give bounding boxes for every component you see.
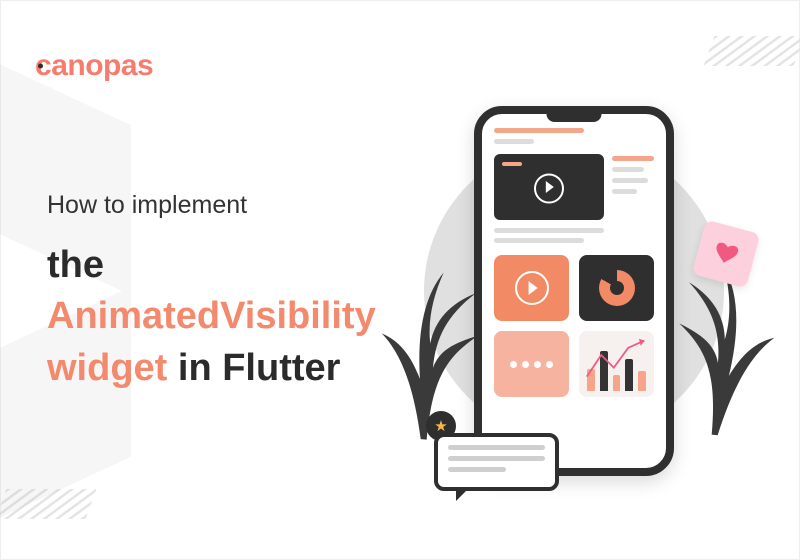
placeholder-bar — [494, 238, 584, 243]
video-thumbnail — [494, 154, 604, 220]
play-icon — [546, 181, 554, 193]
phone-mockup — [474, 106, 674, 476]
title-part-plain-2: in Flutter — [167, 347, 340, 389]
screen-tile-grid — [494, 255, 654, 397]
chat-bubble — [434, 433, 559, 491]
tile-play — [494, 255, 569, 321]
headline-title: the AnimatedVisibility widget in Flutter — [47, 240, 427, 394]
placeholder-lines — [494, 228, 654, 243]
phone-notch — [547, 114, 602, 122]
placeholder-bar — [612, 189, 637, 194]
chart-bar — [638, 371, 646, 391]
headline-block: How to implement the AnimatedVisibility … — [47, 191, 427, 394]
dot-icon — [546, 361, 553, 368]
placeholder-bar — [494, 128, 584, 133]
title-part-plain-1: the — [47, 244, 104, 286]
heart-icon — [713, 241, 739, 266]
chart-bar — [613, 375, 621, 391]
dot-icon — [522, 361, 529, 368]
dot-icon — [534, 361, 541, 368]
brand-logo-mark: c — [35, 49, 51, 83]
title-part-accent-1: AnimatedVisibility — [47, 295, 376, 337]
tile-chart — [579, 331, 654, 397]
title-part-accent-2: widget — [47, 347, 167, 389]
chart-bar — [600, 351, 608, 391]
brand-logo-text: anopas — [51, 49, 153, 82]
dot-icon — [510, 361, 517, 368]
chart-bar — [625, 359, 633, 391]
screen-hero-row — [494, 154, 654, 220]
pie-icon — [599, 270, 635, 306]
placeholder-bar — [494, 139, 534, 144]
placeholder-bar — [612, 167, 644, 172]
placeholder-bar — [448, 445, 545, 450]
tile-dots — [494, 331, 569, 397]
play-icon — [528, 281, 537, 295]
placeholder-bar — [612, 156, 654, 161]
placeholder-lines — [612, 154, 654, 220]
chart-bar — [587, 369, 595, 391]
placeholder-bar — [448, 456, 545, 461]
illustration: ★ — [389, 86, 759, 496]
decor-stripes-top — [704, 36, 800, 66]
phone-screen — [494, 128, 654, 456]
tile-pie — [579, 255, 654, 321]
placeholder-bar — [448, 467, 506, 472]
placeholder-bar — [612, 178, 648, 183]
brand-logo: canopas — [35, 49, 153, 83]
placeholder-bar — [494, 228, 604, 233]
screen-header-bars — [494, 128, 654, 144]
headline-lead: How to implement — [47, 191, 427, 220]
banner-canvas: canopas How to implement the AnimatedVis… — [0, 0, 800, 560]
